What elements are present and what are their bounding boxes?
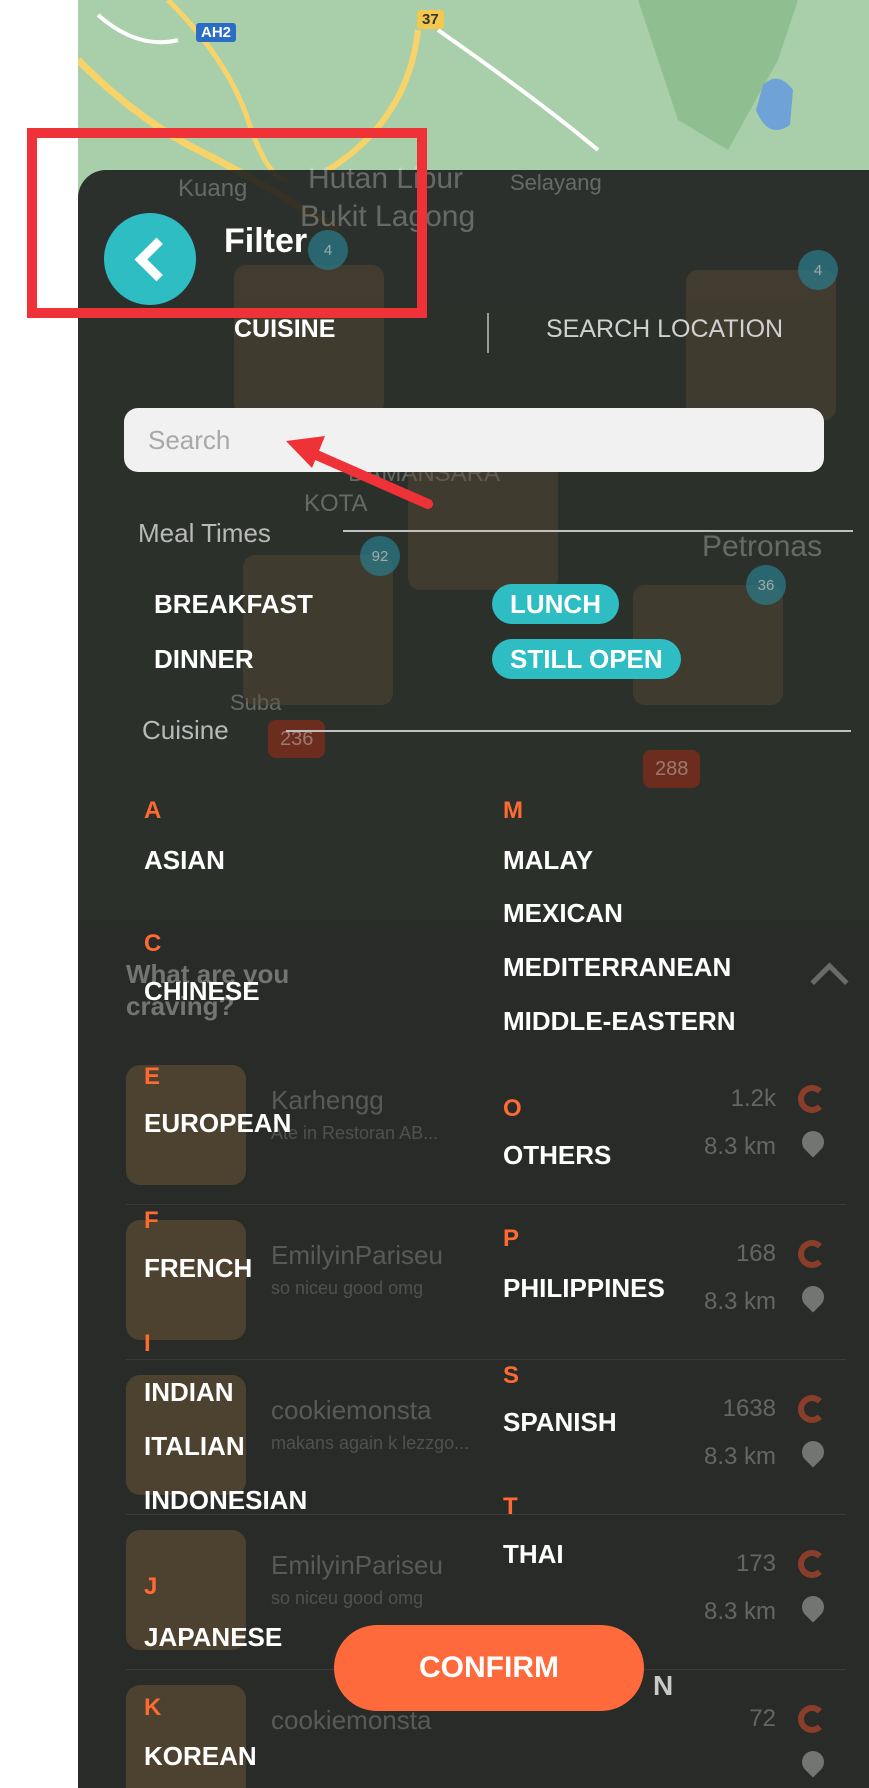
feed-count: 1638 bbox=[722, 1395, 776, 1422]
cuisine-french[interactable]: FRENCH bbox=[144, 1253, 252, 1284]
tab-search-location[interactable]: SEARCH LOCATION bbox=[546, 315, 783, 344]
divider bbox=[126, 1204, 846, 1205]
coin-icon bbox=[798, 1240, 826, 1268]
feed-username: cookiemonsta bbox=[271, 1395, 432, 1425]
feed-count: 1.2k bbox=[730, 1085, 776, 1112]
map-pin: 4 bbox=[308, 230, 348, 270]
map-coin-badge: 288 bbox=[643, 750, 701, 788]
feed-distance: 8.3 km bbox=[703, 1133, 776, 1160]
cuisine-letter: F bbox=[144, 1207, 159, 1234]
back-button[interactable] bbox=[104, 213, 196, 305]
cuisine-letter: J bbox=[144, 1573, 158, 1600]
meal-breakfast[interactable]: BREAKFAST bbox=[154, 584, 313, 624]
map-label: Hutan Lipur bbox=[308, 162, 464, 195]
map-pin: 4 bbox=[798, 250, 838, 290]
location-pin-icon bbox=[797, 1591, 829, 1623]
cuisine-malay[interactable]: MALAY bbox=[503, 845, 593, 876]
map-label: Bukit Lagong bbox=[300, 200, 476, 233]
cuisine-middle-eastern[interactable]: MIDDLE-EASTERN bbox=[503, 1006, 736, 1037]
cuisine-letter: T bbox=[503, 1493, 518, 1520]
cuisine-letter: K bbox=[144, 1694, 162, 1721]
coin-icon bbox=[798, 1705, 826, 1733]
meal-dinner[interactable]: DINNER bbox=[154, 639, 254, 679]
map-label: Kuang bbox=[178, 175, 248, 202]
divider bbox=[286, 730, 851, 732]
filter-tabs: CUISINE SEARCH LOCATION bbox=[78, 313, 869, 360]
tab-divider bbox=[487, 313, 489, 353]
coin-icon bbox=[798, 1085, 826, 1113]
divider bbox=[126, 1359, 846, 1360]
cuisine-thai[interactable]: THAI bbox=[503, 1539, 564, 1570]
cuisine-letter: S bbox=[503, 1362, 520, 1389]
road-badge-ah2: AH2 bbox=[196, 23, 237, 42]
feed-caption: makans again k lezzgo... bbox=[271, 1433, 470, 1453]
cuisine-letter: I bbox=[144, 1330, 151, 1357]
cuisine-asian[interactable]: ASIAN bbox=[144, 845, 225, 876]
cuisine-label: Cuisine bbox=[142, 715, 229, 745]
cuisine-letter: P bbox=[503, 1225, 520, 1252]
feed-count: 168 bbox=[735, 1240, 776, 1267]
coin-icon bbox=[798, 1550, 826, 1578]
cuisine-others[interactable]: OTHERS bbox=[503, 1140, 611, 1171]
hidden-cuisine-fragment: N bbox=[653, 1670, 674, 1701]
map-pin: 92 bbox=[360, 536, 400, 576]
app-screen: AH2 37 Hutan Lipur Selayang Bukit Lagong… bbox=[78, 0, 869, 1788]
feed-count: 173 bbox=[735, 1550, 776, 1577]
cuisine-philippines[interactable]: PHILIPPINES bbox=[503, 1273, 665, 1304]
feed-caption: so niceu good omg bbox=[271, 1588, 424, 1608]
feed-username: EmilyinPariseu bbox=[271, 1240, 443, 1270]
location-pin-icon bbox=[797, 1281, 829, 1313]
divider bbox=[343, 530, 853, 532]
cuisine-letter: A bbox=[144, 797, 162, 824]
cuisine-italian[interactable]: ITALIAN bbox=[144, 1431, 245, 1462]
cuisine-letter: O bbox=[503, 1095, 522, 1122]
cuisine-korean[interactable]: KOREAN bbox=[144, 1741, 257, 1772]
feed-username: EmilyinPariseu bbox=[271, 1550, 443, 1580]
cuisine-indian[interactable]: INDIAN bbox=[144, 1377, 234, 1408]
cuisine-letter: M bbox=[503, 797, 523, 824]
location-pin-icon bbox=[797, 1436, 829, 1468]
confirm-button[interactable]: CONFIRM bbox=[334, 1625, 644, 1711]
location-pin-icon bbox=[797, 1746, 829, 1778]
cuisine-mediterranean[interactable]: MEDITERRANEAN bbox=[503, 952, 731, 983]
map-coin-badge: 236 bbox=[268, 720, 326, 758]
map-label: KOTA bbox=[304, 490, 368, 517]
feed-distance: 8.3 km bbox=[703, 1598, 776, 1625]
feed-caption: so niceu good omg bbox=[271, 1278, 424, 1298]
feed-distance: 8.3 km bbox=[703, 1443, 776, 1470]
meal-still-open[interactable]: STILL OPEN bbox=[492, 639, 681, 679]
map-label: Petronas bbox=[702, 530, 823, 563]
feed-caption: Ate in Restoran AB... bbox=[271, 1123, 439, 1143]
feed-distance: 8.3 km bbox=[703, 1288, 776, 1315]
coin-icon bbox=[798, 1395, 826, 1423]
cuisine-chinese[interactable]: CHINESE bbox=[144, 976, 260, 1007]
cuisine-mexican[interactable]: MEXICAN bbox=[503, 898, 623, 929]
map-pin: 36 bbox=[746, 565, 786, 605]
cuisine-spanish[interactable]: SPANISH bbox=[503, 1407, 617, 1438]
cuisine-japanese[interactable]: JAPANESE bbox=[144, 1622, 282, 1653]
cuisine-letter: C bbox=[144, 930, 162, 957]
search-input[interactable] bbox=[124, 408, 824, 472]
feed-row[interactable]: EmilyinPariseu so niceu good omg 168 8.3… bbox=[126, 1220, 846, 1360]
page-title: Filter bbox=[224, 222, 308, 260]
meal-lunch[interactable]: LUNCH bbox=[492, 584, 619, 624]
map-label: Selayang bbox=[510, 170, 602, 195]
road-badge-37: 37 bbox=[417, 10, 444, 29]
chevron-left-icon bbox=[134, 237, 178, 281]
feed-count: 72 bbox=[749, 1705, 776, 1732]
cuisine-indonesian[interactable]: INDONESIAN bbox=[144, 1485, 307, 1516]
tab-cuisine[interactable]: CUISINE bbox=[234, 315, 335, 344]
meal-times-label: Meal Times bbox=[138, 518, 271, 548]
map-food-thumb bbox=[243, 555, 393, 705]
cuisine-european[interactable]: EUROPEAN bbox=[144, 1108, 291, 1139]
location-pin-icon bbox=[797, 1126, 829, 1158]
cuisine-letter: E bbox=[144, 1063, 161, 1090]
